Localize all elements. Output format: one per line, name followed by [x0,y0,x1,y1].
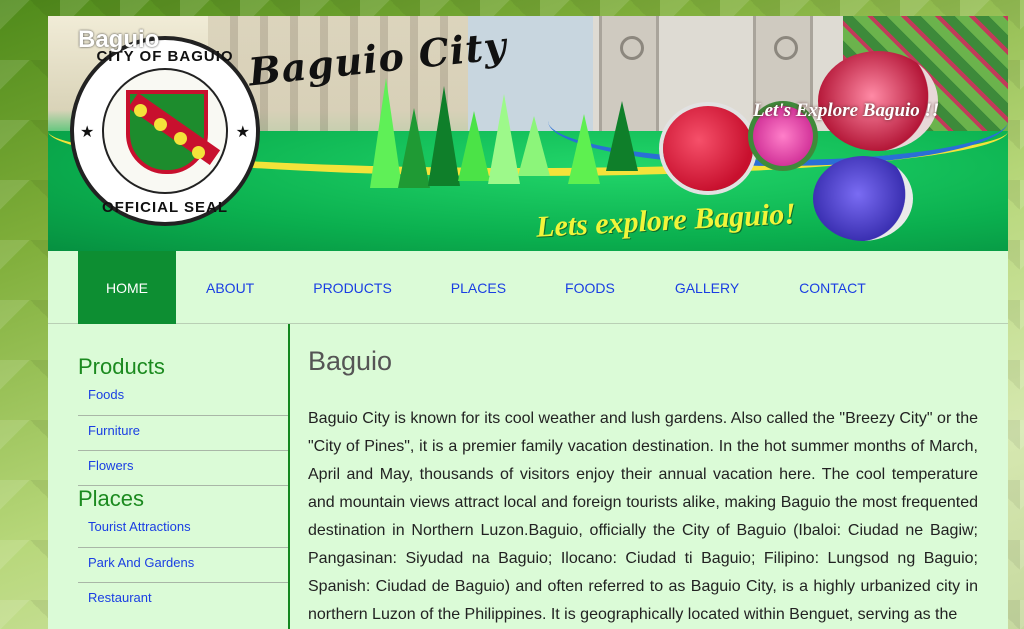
blue-flower-image [813,156,913,241]
page-title: Baguio [308,346,393,376]
page-body-text: Baguio City is known for its cool weathe… [308,410,978,623]
star-icon: ★ [235,124,250,141]
pine-tree-icon [488,94,520,184]
nav-item-gallery[interactable]: GALLERY [645,251,769,324]
shield-icon [126,90,221,174]
main-content: Baguio Baguio City is known for its cool… [308,324,978,629]
tower-window [774,36,798,60]
nav-item-foods[interactable]: FOODS [535,251,645,324]
pine-tree-icon [568,114,600,184]
sidebar-link-flowers[interactable]: Flowers [78,451,288,486]
shield-dot [174,132,187,145]
site-name[interactable]: Baguio [78,26,159,54]
shield-dot [192,146,205,159]
shield-dot [134,104,147,117]
seal-text-bottom: OFFICIAL SEAL [101,199,229,216]
nav-item-about[interactable]: ABOUT [176,251,284,324]
content-divider [288,324,290,629]
page-container: CITY OF BAGUIO ★ ★ OFFICIAL SEAL Baguio … [48,16,1008,629]
header-banner: CITY OF BAGUIO ★ ★ OFFICIAL SEAL Baguio … [48,16,1008,251]
banner-tagline-top: Let's Explore Baguio !! [753,100,940,121]
nav-list: HOME ABOUT PRODUCTS PLACES FOODS GALLERY… [78,251,896,324]
shield-dot [154,118,167,131]
nav-item-home[interactable]: HOME [78,251,176,324]
pine-tree-icon [398,108,430,188]
pine-tree-icon [518,116,550,176]
sidebar-heading-places: Places [78,486,145,511]
city-seal-logo: CITY OF BAGUIO ★ ★ OFFICIAL SEAL [70,36,260,226]
sidebar-link-restaurant[interactable]: Restaurant [78,583,288,619]
sidebar-heading-products: Products [78,354,165,379]
nav-item-places[interactable]: PLACES [422,251,535,324]
pine-tree-icon [428,86,460,186]
strawberries-image [663,106,753,191]
tower-window [620,36,644,60]
seal-emblem [102,68,228,194]
sidebar-link-park-and-gardens[interactable]: Park And Gardens [78,548,288,583]
sidebar-link-tourist-attractions[interactable]: Tourist Attractions [78,512,288,548]
nav-item-products[interactable]: PRODUCTS [284,251,422,324]
pine-tree-icon [606,101,638,171]
pine-tree-icon [458,111,490,181]
nav-item-contact[interactable]: CONTACT [769,251,896,324]
sidebar-link-foods[interactable]: Foods [78,380,288,416]
main-nav: HOME ABOUT PRODUCTS PLACES FOODS GALLERY… [48,251,1008,324]
star-icon: ★ [80,124,95,141]
sidebar: Products Foods Furniture Flowers Places … [78,324,288,629]
sidebar-link-furniture[interactable]: Furniture [78,416,288,451]
